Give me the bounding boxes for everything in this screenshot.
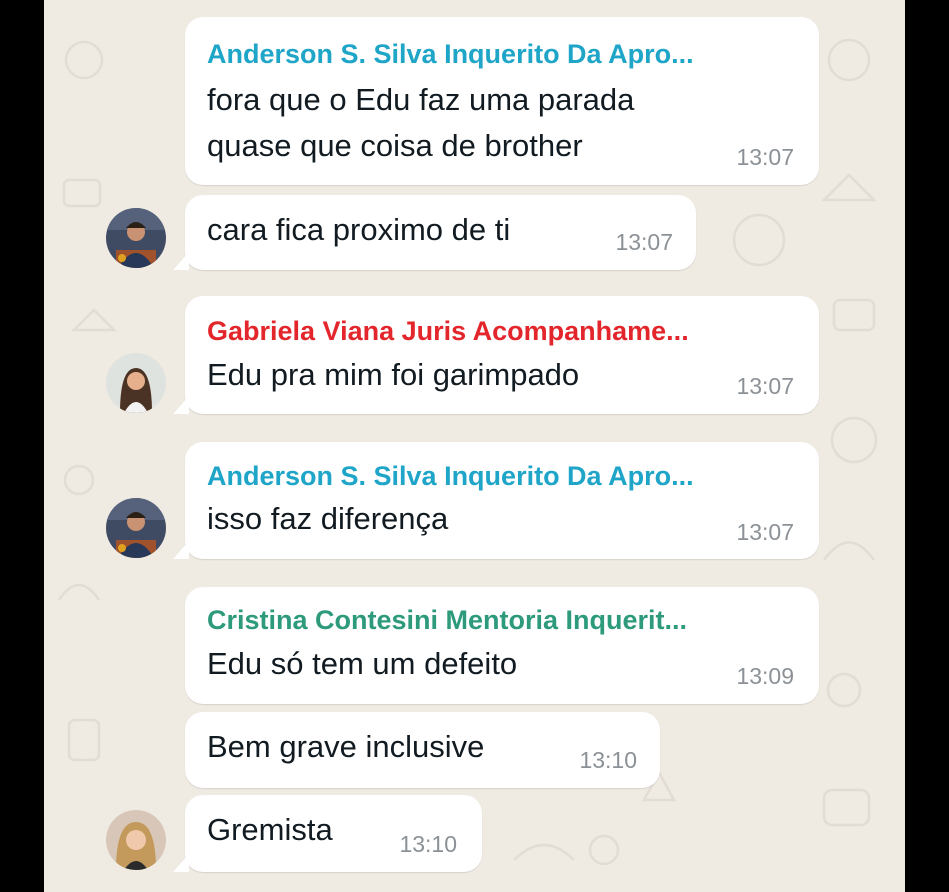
message-text: cara fica proximo de ti bbox=[207, 212, 511, 247]
message-text: quase que coisa de brother bbox=[207, 128, 583, 163]
message-bubble[interactable]: Gremista 13:10 bbox=[173, 795, 482, 872]
message-text: Edu só tem um defeito bbox=[207, 646, 518, 681]
message-text: Edu pra mim foi garimpado bbox=[207, 357, 580, 392]
message-time: 13:09 bbox=[736, 663, 794, 689]
sender-avatar[interactable] bbox=[106, 208, 166, 268]
message-text: Gremista bbox=[207, 812, 333, 847]
sender-avatar[interactable] bbox=[106, 498, 166, 558]
message-time: 13:07 bbox=[736, 373, 794, 399]
sender-name[interactable]: Gabriela Viana Juris Acompanhame... bbox=[207, 316, 689, 347]
message-bubble[interactable]: Cristina Contesini Mentoria Inquerit... … bbox=[185, 587, 819, 704]
message-bubble[interactable]: Bem grave inclusive 13:10 bbox=[185, 712, 660, 788]
message-bubble[interactable]: cara fica proximo de ti 13:07 bbox=[173, 195, 696, 270]
sender-name[interactable]: Cristina Contesini Mentoria Inquerit... bbox=[207, 605, 687, 636]
message-text: isso faz diferença bbox=[207, 501, 449, 536]
sender-name[interactable]: Anderson S. Silva Inquerito Da Apro... bbox=[207, 39, 694, 70]
message-time: 13:07 bbox=[736, 144, 794, 170]
sender-avatar[interactable] bbox=[106, 810, 166, 870]
message-text: fora que o Edu faz uma parada bbox=[207, 82, 635, 117]
message-bubble[interactable]: Anderson S. Silva Inquerito Da Apro... i… bbox=[173, 442, 819, 559]
message-bubble[interactable]: Gabriela Viana Juris Acompanhame... Edu … bbox=[173, 296, 819, 414]
message-time: 13:07 bbox=[615, 229, 673, 255]
sender-name[interactable]: Anderson S. Silva Inquerito Da Apro... bbox=[207, 461, 694, 492]
message-text: Bem grave inclusive bbox=[207, 729, 485, 764]
message-time: 13:10 bbox=[579, 747, 637, 773]
sender-avatar[interactable] bbox=[106, 353, 166, 413]
message-time: 13:07 bbox=[736, 519, 794, 545]
message-time: 13:10 bbox=[399, 831, 457, 857]
chat-area[interactable]: Anderson S. Silva Inquerito Da Apro... f… bbox=[44, 0, 905, 892]
message-bubble[interactable]: Anderson S. Silva Inquerito Da Apro... f… bbox=[185, 17, 819, 185]
